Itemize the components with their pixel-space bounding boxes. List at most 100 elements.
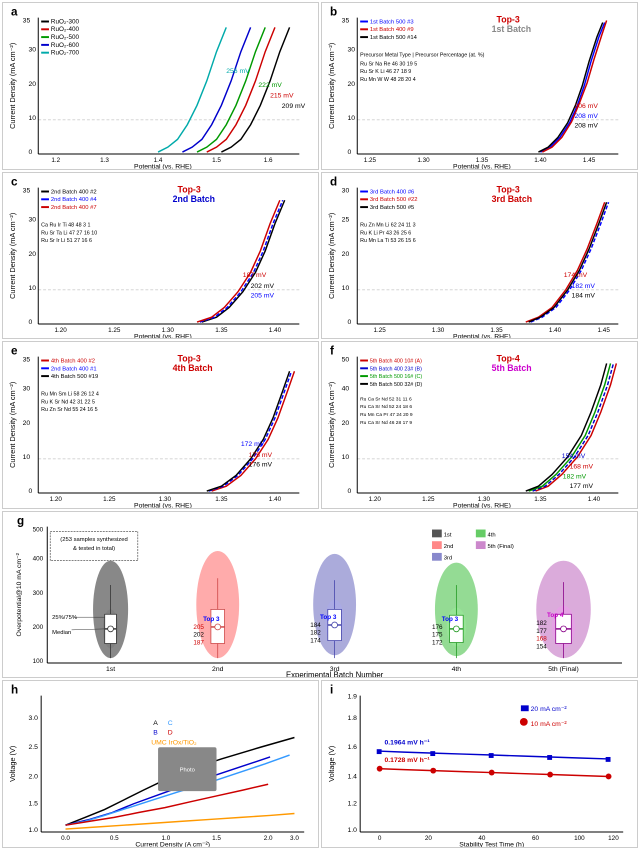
- panel-a-label: a: [11, 6, 18, 19]
- svg-text:100: 100: [574, 835, 585, 842]
- svg-text:208 mV: 208 mV: [574, 123, 598, 130]
- svg-text:205 mV: 205 mV: [251, 292, 275, 299]
- svg-text:Ru Sr Ir Li 51 27 16 6: Ru Sr Ir Li 51 27 16 6: [41, 238, 92, 244]
- svg-text:25: 25: [342, 216, 350, 223]
- svg-text:209 mV: 209 mV: [282, 103, 306, 110]
- svg-text:2nd Batch 400 #4: 2nd Batch 400 #4: [51, 197, 97, 203]
- svg-text:187: 187: [193, 639, 204, 646]
- svg-text:30: 30: [29, 216, 37, 223]
- svg-text:Current Density (mA cm⁻²): Current Density (mA cm⁻²): [8, 212, 17, 298]
- chart-f: f Top-4 5th Batch Current Density (mA cm…: [322, 342, 637, 508]
- panel-h: h Voltage (V) 1.0 1.5 2.0 2.5 3.0 0.0 0.…: [2, 680, 319, 848]
- svg-text:202: 202: [193, 631, 204, 638]
- svg-text:Ru Mn Sm Li 58 26 12 4: Ru Mn Sm Li 58 26 12 4: [41, 392, 99, 398]
- svg-text:1.20: 1.20: [54, 326, 67, 333]
- svg-text:0.1728 mV h⁻¹: 0.1728 mV h⁻¹: [385, 757, 431, 764]
- svg-text:1.45: 1.45: [598, 326, 611, 333]
- svg-text:1.4: 1.4: [347, 774, 357, 781]
- svg-text:1.25: 1.25: [108, 326, 121, 333]
- svg-text:1.25: 1.25: [373, 326, 386, 333]
- chart-i: i Voltage (V) 1.0 1.2 1.4 1.6 1.8 1.9 0 …: [322, 681, 637, 847]
- svg-text:1.5: 1.5: [212, 835, 221, 842]
- svg-text:3rd Batch 500 #22: 3rd Batch 500 #22: [370, 197, 418, 203]
- svg-text:Top 3: Top 3: [442, 616, 459, 623]
- svg-text:e: e: [11, 345, 18, 358]
- svg-text:RuO₂-400: RuO₂-400: [51, 26, 80, 33]
- svg-text:300: 300: [33, 590, 44, 597]
- svg-text:35: 35: [23, 357, 31, 364]
- svg-text:0.1964 mV h⁻¹: 0.1964 mV h⁻¹: [385, 740, 431, 747]
- svg-text:35: 35: [23, 17, 31, 24]
- svg-text:3rd Batch: 3rd Batch: [492, 194, 532, 204]
- svg-text:b: b: [330, 6, 337, 19]
- svg-text:Top 4: Top 4: [547, 612, 564, 619]
- svg-text:Current Density (mA cm⁻²): Current Density (mA cm⁻²): [327, 382, 336, 468]
- svg-text:5th (Final): 5th (Final): [548, 666, 579, 673]
- svg-text:2nd Batch 400 #2: 2nd Batch 400 #2: [51, 189, 97, 195]
- panel-g: g Overpotential@10 mA cm⁻² 100 200 300 4…: [2, 511, 638, 679]
- svg-text:208 mV: 208 mV: [574, 113, 598, 120]
- svg-text:Top-3: Top-3: [497, 184, 520, 194]
- svg-text:168 mV: 168 mV: [570, 464, 594, 471]
- svg-text:1.40: 1.40: [534, 157, 547, 164]
- svg-text:3rd Batch 500 #5: 3rd Batch 500 #5: [370, 205, 414, 211]
- svg-text:0.5: 0.5: [110, 835, 119, 842]
- svg-text:Ru Sr Ta Li 47 27 16 10: Ru Sr Ta Li 47 27 16 10: [41, 230, 97, 236]
- svg-text:10: 10: [29, 115, 37, 122]
- svg-text:1st: 1st: [106, 666, 115, 673]
- svg-text:5th Batch 400 10# (A): 5th Batch 400 10# (A): [370, 359, 422, 365]
- svg-text:B: B: [153, 730, 158, 737]
- svg-text:Top-4: Top-4: [497, 354, 520, 364]
- svg-text:RuO₂-700: RuO₂-700: [51, 50, 80, 57]
- svg-text:Potential (vs. RHE): Potential (vs. RHE): [453, 333, 511, 338]
- svg-text:1.2: 1.2: [51, 157, 60, 164]
- svg-text:0: 0: [347, 488, 351, 495]
- chart-g: g Overpotential@10 mA cm⁻² 100 200 300 4…: [3, 512, 637, 678]
- svg-text:4th Batch 500 #19: 4th Batch 500 #19: [51, 374, 98, 380]
- svg-text:4th: 4th: [452, 666, 462, 673]
- svg-text:3.0: 3.0: [28, 715, 38, 722]
- svg-text:182 mV: 182 mV: [572, 283, 596, 290]
- svg-text:1.40: 1.40: [269, 326, 282, 333]
- svg-text:4th Batch: 4th Batch: [173, 363, 213, 373]
- svg-text:f: f: [330, 345, 334, 358]
- svg-text:Voltage (V): Voltage (V): [8, 746, 17, 782]
- svg-text:20: 20: [29, 81, 37, 88]
- svg-text:3.0: 3.0: [290, 835, 299, 842]
- chart-d: d Top-3 3rd Batch Current Density (mA cm…: [322, 173, 637, 339]
- svg-text:2nd Batch 400 #7: 2nd Batch 400 #7: [51, 205, 97, 211]
- svg-text:1.6: 1.6: [264, 157, 273, 164]
- svg-text:3rd: 3rd: [444, 556, 452, 562]
- svg-text:Ru Sr Na Re 46 30 19 5: Ru Sr Na Re 46 30 19 5: [360, 61, 417, 67]
- svg-text:g: g: [17, 514, 24, 527]
- panel-a-yaxis: Current Density (mA cm⁻²): [8, 43, 17, 129]
- svg-text:25%/75%: 25%/75%: [52, 615, 77, 621]
- svg-text:168: 168: [536, 635, 547, 642]
- svg-text:182 mV: 182 mV: [563, 474, 587, 481]
- svg-text:1.5: 1.5: [28, 801, 38, 808]
- svg-text:1.0: 1.0: [28, 827, 38, 834]
- svg-text:3rd Batch 400 #6: 3rd Batch 400 #6: [370, 189, 414, 195]
- svg-text:1.9: 1.9: [347, 694, 357, 701]
- svg-text:20: 20: [342, 420, 350, 427]
- svg-text:RuO₂-300: RuO₂-300: [51, 18, 80, 25]
- svg-text:0: 0: [29, 149, 33, 156]
- svg-text:Experimental Batch Number: Experimental Batch Number: [286, 670, 384, 677]
- svg-text:5th Batch 500 16# (C): 5th Batch 500 16# (C): [370, 374, 423, 380]
- svg-text:Potential (vs. RHE): Potential (vs. RHE): [134, 333, 192, 338]
- svg-text:174 mV: 174 mV: [564, 272, 588, 279]
- svg-text:Top 3: Top 3: [320, 614, 337, 621]
- svg-text:30: 30: [342, 187, 350, 194]
- svg-text:10: 10: [29, 284, 37, 291]
- svg-text:Overpotential@10 mA cm⁻²: Overpotential@10 mA cm⁻²: [16, 552, 23, 636]
- svg-text:182: 182: [536, 620, 547, 627]
- svg-text:5th Batch 400 23# (B): 5th Batch 400 23# (B): [370, 366, 422, 372]
- svg-text:1.0: 1.0: [347, 827, 357, 834]
- svg-text:Ca Ru Ir Ti 48 48 3 1: Ca Ru Ir Ti 48 48 3 1: [41, 222, 90, 228]
- panel-e: e Top-3 4th Batch Current Density (mA cm…: [2, 341, 319, 509]
- svg-text:1.35: 1.35: [215, 326, 228, 333]
- chart-b: b Top-3 1st Batch Current Density (mA cm…: [322, 3, 637, 169]
- svg-text:& tested in total): & tested in total): [73, 546, 115, 552]
- svg-text:1st Batch 400 #9: 1st Batch 400 #9: [370, 27, 414, 33]
- svg-text:40: 40: [342, 386, 350, 393]
